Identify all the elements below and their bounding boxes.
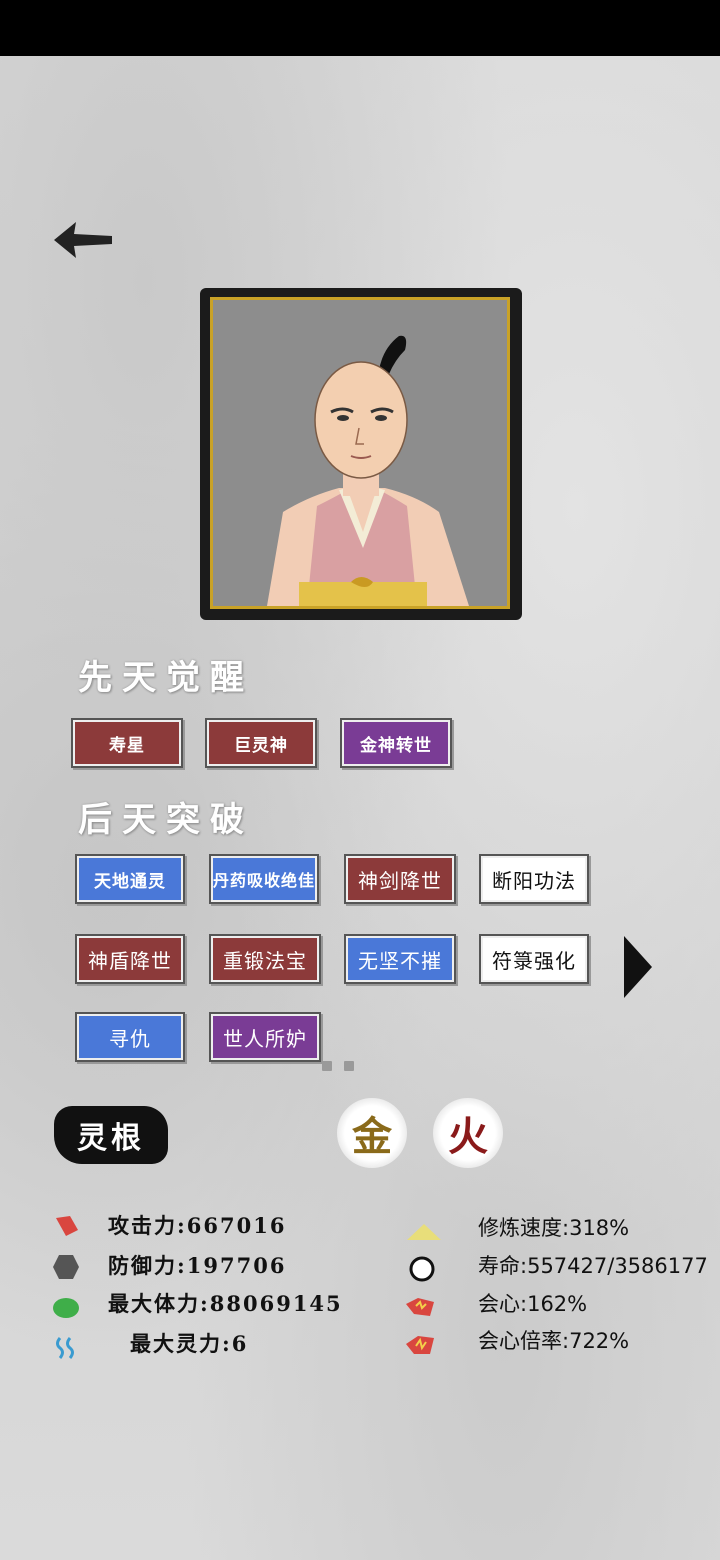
innate-tag-metal-god[interactable]: 金神转世 [340,718,452,768]
innate-awakening-title: 先天觉醒 [78,658,254,698]
acquired-tag-invincible[interactable]: 无坚不摧 [344,934,456,984]
health-blob-icon [53,1298,79,1318]
cultivation-speed-stat: 修炼速度:318% [478,1216,630,1240]
character-illustration [267,335,469,606]
acquired-tag-divine-shield[interactable]: 神盾降世 [75,934,185,984]
acquired-tag-duanyang[interactable]: 断阳功法 [479,854,589,904]
innate-tag-giant-spirit[interactable]: 巨灵神 [205,718,317,768]
defense-stat: 防御力:197706 [108,1253,287,1278]
max-spirit-stat: 最大灵力:6 [130,1331,249,1356]
back-arrow-icon[interactable] [52,218,114,262]
element-fire: 火 [433,1098,503,1168]
page-indicator-dot [322,1061,332,1071]
character-portrait [210,297,510,609]
status-bar [0,0,720,56]
attack-stat: 攻击力:667016 [108,1213,287,1238]
crit-icon [406,1298,434,1316]
triangle-icon [407,1224,441,1240]
spirit-wave-icon [56,1337,74,1359]
lifespan-stat: 寿命:557427/3586177 [478,1254,708,1278]
acquired-tag-talisman[interactable]: 符箓强化 [479,934,589,984]
acquired-tag-revenge[interactable]: 寻仇 [75,1012,185,1062]
character-portrait-frame [200,288,522,620]
crit-stat: 会心:162% [478,1292,588,1316]
crit-multiplier-stat: 会心倍率:722% [478,1329,630,1353]
acquired-tag-heaven-earth[interactable]: 天地通灵 [75,854,185,904]
max-hp-stat: 最大体力:88069145 [108,1291,343,1316]
element-metal: 金 [337,1098,407,1168]
circle-icon [409,1256,435,1282]
spirit-root-label: 灵根 [54,1106,168,1164]
acquired-tag-envied[interactable]: 世人所妒 [209,1012,321,1062]
page-indicator-dot [344,1061,354,1071]
sword-tag-icon [56,1216,78,1236]
innate-tag-longevity[interactable]: 寿星 [71,718,183,768]
acquired-tag-divine-sword[interactable]: 神剑降世 [344,854,456,904]
shield-hexagon-icon [53,1255,79,1279]
crit-multiplier-icon [406,1336,434,1354]
next-page-arrow-icon[interactable] [622,934,654,1000]
acquired-breakthrough-title: 后天突破 [78,800,254,840]
acquired-tag-reforge[interactable]: 重锻法宝 [209,934,321,984]
acquired-tag-pill-absorb[interactable]: 丹药吸收绝佳 [209,854,319,904]
